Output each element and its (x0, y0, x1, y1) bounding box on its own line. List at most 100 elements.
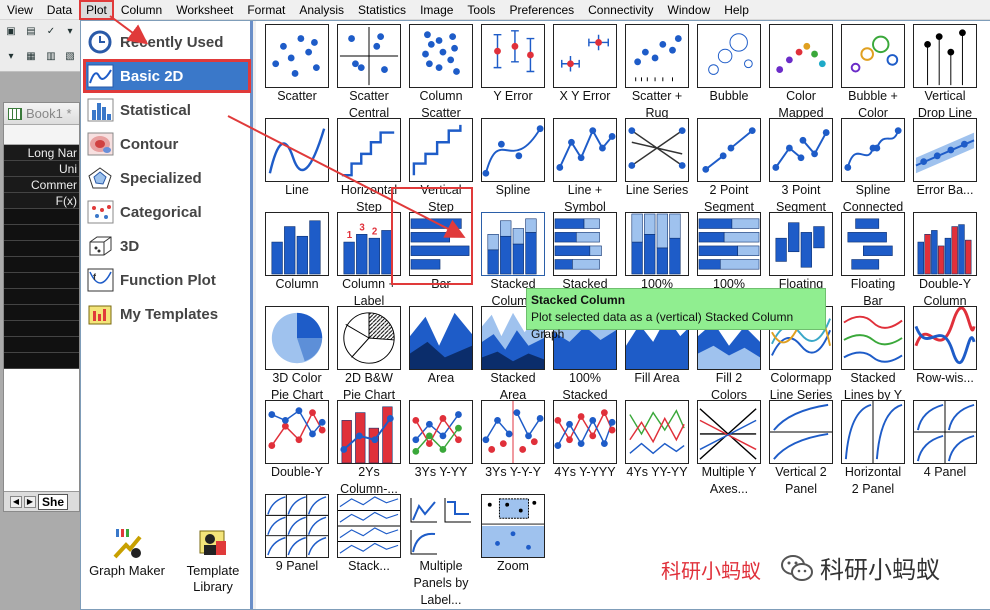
menu-analysis[interactable]: Analysis (292, 0, 351, 20)
row-label[interactable] (4, 241, 79, 257)
gallery-stack[interactable]: Stack... (333, 494, 405, 588)
menu-preferences[interactable]: Preferences (502, 0, 581, 20)
table-icon[interactable]: ▥ (43, 50, 59, 64)
menu-statistics[interactable]: Statistics (351, 0, 413, 20)
category-basic-2d[interactable]: Basic 2D (83, 59, 251, 93)
gallery-3-point-segment[interactable]: 3 Point Segment (765, 118, 837, 214)
gallery-9-panel[interactable]: 9 Panel (261, 494, 333, 588)
category-function-plot[interactable]: f Function Plot (85, 265, 249, 295)
gallery-zoom[interactable]: Zoom (477, 494, 549, 588)
gallery-double-y[interactable]: Double-Y (261, 400, 333, 494)
category-statistical[interactable]: Statistical (85, 95, 249, 125)
row-label[interactable] (4, 305, 79, 321)
tab-prev-icon[interactable]: ◀ (10, 495, 22, 508)
category-contour[interactable]: Contour (85, 129, 249, 159)
template-library-button[interactable]: Template Library (173, 527, 253, 595)
menu-worksheet[interactable]: Worksheet (169, 0, 240, 20)
gallery-line-symbol[interactable]: Line + Symbol (549, 118, 621, 214)
gallery-vertical-drop-line[interactable]: Vertical Drop Line (909, 24, 981, 120)
row-label[interactable] (4, 353, 79, 369)
gallery-3d-color-pie-chart[interactable]: 3D Color Pie Chart (261, 306, 333, 402)
gallery-label: 3Ys Y-Y-Y (485, 465, 541, 479)
matrix-icon[interactable]: ▦ (23, 50, 39, 64)
histogram-icon (87, 98, 114, 122)
gallery-4ys-y-yyy[interactable]: 4Ys Y-YYY (549, 400, 621, 494)
gallery-2d-b-w-pie-chart[interactable]: 2D B&W Pie Chart (333, 306, 405, 402)
gallery-x-y-error[interactable]: X Y Error (549, 24, 621, 118)
gallery-double-y-column[interactable]: Double-Y Column (909, 212, 981, 308)
menu-tools[interactable]: Tools (460, 0, 502, 20)
row-label[interactable]: Long Nar (4, 145, 79, 161)
workbook-window[interactable]: Book1 * Long Nar Uni Commer F(x) ◀ ▶ She (3, 102, 80, 512)
row-labels: Long Nar Uni Commer F(x) (4, 145, 79, 369)
category-my-templates[interactable]: My Templates (85, 299, 249, 329)
gallery-scatter-central[interactable]: Scatter Central (333, 24, 405, 120)
menu-data[interactable]: Data (40, 0, 79, 20)
row-label[interactable] (4, 225, 79, 241)
row-label[interactable]: Commer (4, 177, 79, 193)
gallery-error-ba[interactable]: Error Ba... (909, 118, 981, 212)
arrow-down-icon[interactable]: ▾ (3, 50, 19, 64)
check-icon[interactable]: ✓ (43, 25, 59, 39)
menu-connectivity[interactable]: Connectivity (581, 0, 660, 20)
category-categorical[interactable]: Categorical (85, 197, 249, 227)
sheet-tab[interactable]: She (38, 493, 69, 510)
new-icon[interactable]: ▣ (3, 25, 19, 39)
gallery-horizontal-2-panel[interactable]: Horizontal 2 Panel (837, 400, 909, 496)
row-label[interactable] (4, 321, 79, 337)
dropdown-icon[interactable]: ▾ (62, 25, 78, 39)
menu-view[interactable]: View (0, 0, 40, 20)
gallery-label: 9 Panel (275, 559, 319, 573)
gallery-4ys-yy-yy[interactable]: 4Ys YY-YY (621, 400, 693, 494)
gallery-column[interactable]: Column (261, 212, 333, 306)
row-label[interactable] (4, 273, 79, 289)
category-3d[interactable]: 3D (85, 231, 249, 261)
row-label[interactable] (4, 209, 79, 225)
gallery-multiple-panels-by-label[interactable]: Multiple Panels by Label... (405, 494, 477, 607)
workbook-title-bar[interactable]: Book1 * (4, 103, 79, 125)
category-specialized[interactable]: Specialized (85, 163, 249, 193)
menu-column[interactable]: Column (114, 0, 169, 20)
menu-window[interactable]: Window (661, 0, 718, 20)
gallery-floating-bar[interactable]: Floating Bar (837, 212, 909, 308)
gallery-scatter[interactable]: Scatter (261, 24, 333, 118)
gallery-spline[interactable]: Spline (477, 118, 549, 212)
menu-help[interactable]: Help (717, 0, 756, 20)
row-label[interactable] (4, 289, 79, 305)
workspace: Book1 * Long Nar Uni Commer F(x) ◀ ▶ She (0, 72, 80, 610)
tab-next-icon[interactable]: ▶ (24, 495, 36, 508)
menu-plot[interactable]: Plot (79, 0, 114, 20)
gallery-column-scatter[interactable]: Column Scatter (405, 24, 477, 120)
gallery-bubble[interactable]: Bubble (693, 24, 765, 118)
gallery-4-panel[interactable]: 4 Panel (909, 400, 981, 494)
menu-image[interactable]: Image (413, 0, 460, 20)
gallery-2-point-segment[interactable]: 2 Point Segment (693, 118, 765, 214)
row-label[interactable]: Uni (4, 161, 79, 177)
category-recently-used[interactable]: Recently Used (85, 27, 249, 57)
gallery-bubble-color[interactable]: Bubble + Color (837, 24, 909, 120)
gallery-label: 4Ys YY-YY (626, 465, 688, 479)
worksheet-icon[interactable]: ▤ (23, 25, 39, 39)
gallery-line[interactable]: Line (261, 118, 333, 212)
gallery-2ys-column[interactable]: 2Ys Column-... (333, 400, 405, 496)
row-label[interactable] (4, 337, 79, 353)
plot-thumbnail-icon (693, 118, 765, 182)
gallery-color-mapped[interactable]: Color Mapped (765, 24, 837, 120)
row-label[interactable] (4, 257, 79, 273)
gallery-stacked-lines-by-y[interactable]: Stacked Lines by Y (837, 306, 909, 402)
gallery-area[interactable]: Area (405, 306, 477, 400)
gallery-y-error[interactable]: Y Error (477, 24, 549, 118)
gallery-label: 3 Point Segment (775, 183, 827, 214)
gallery-vertical-2-panel[interactable]: Vertical 2 Panel (765, 400, 837, 496)
gallery-3ys-y-yy[interactable]: 3Ys Y-YY (405, 400, 477, 494)
graph-maker-button[interactable]: Graph Maker (84, 527, 170, 579)
gallery-spline-connected[interactable]: Spline Connected (837, 118, 909, 214)
gallery-3ys-y-y-y[interactable]: 3Ys Y-Y-Y (477, 400, 549, 494)
row-label[interactable]: F(x) (4, 193, 79, 209)
gallery-scatter-rug[interactable]: Scatter + Rug (621, 24, 693, 120)
gallery-row-wis[interactable]: Row-wis... (909, 306, 981, 400)
menu-format[interactable]: Format (240, 0, 292, 20)
gallery-line-series[interactable]: Line Series (621, 118, 693, 212)
graph-icon[interactable]: ▧ (62, 50, 78, 64)
gallery-multiple-y-axes[interactable]: Multiple Y Axes... (693, 400, 765, 496)
